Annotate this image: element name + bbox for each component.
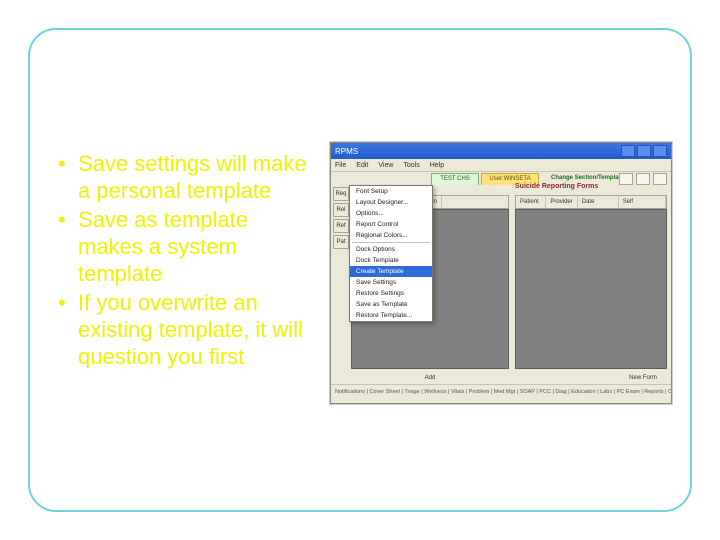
menu-option[interactable]: Font Setup	[350, 186, 432, 197]
app-body: Req Rel Ref Pat Provider Documented In S…	[331, 185, 671, 389]
maximize-icon[interactable]	[637, 145, 651, 157]
col-header: Date Entered	[578, 196, 619, 208]
slide: Save settings will make a personal templ…	[0, 0, 720, 540]
close-icon[interactable]	[653, 145, 667, 157]
col-header: Self Destruction	[619, 196, 666, 208]
side-button[interactable]: Pat	[333, 235, 349, 249]
bottom-tabs[interactable]: Notifications | Cover Sheet | Triage | W…	[331, 384, 671, 403]
menu-option[interactable]: Options...	[350, 208, 432, 219]
minimize-icon[interactable]	[621, 145, 635, 157]
dropdown-menu: Font Setup Layout Designer... Options...…	[349, 185, 433, 322]
right-pane-header: Patient # Provider Date Entered Self Des…	[515, 195, 667, 209]
menu-option-highlighted[interactable]: Create Template	[350, 266, 432, 277]
menu-option[interactable]: Restore Template...	[350, 310, 432, 321]
menu-option[interactable]: Save Settings	[350, 277, 432, 288]
bullet-item: Save as template makes a system template	[56, 206, 316, 287]
menu-option[interactable]: Report Control	[350, 219, 432, 230]
menu-item[interactable]: Edit	[356, 162, 368, 169]
col-header: Patient #	[516, 196, 546, 208]
menu-item[interactable]: Tools	[403, 162, 419, 169]
window-titlebar: RPMS	[331, 143, 671, 159]
bullet-item: Save settings will make a personal templ…	[56, 150, 316, 204]
bullet-content: Save settings will make a personal templ…	[56, 150, 316, 372]
menu-option[interactable]: Regional Colors...	[350, 230, 432, 241]
toolbar-button[interactable]	[653, 173, 667, 185]
side-button[interactable]: Req	[333, 187, 349, 201]
side-button[interactable]: Ref	[333, 219, 349, 233]
menu-item[interactable]: File	[335, 162, 346, 169]
menu-option[interactable]: Dock Options	[350, 244, 432, 255]
bullet-list: Save settings will make a personal templ…	[56, 150, 316, 370]
right-pane	[515, 209, 667, 369]
new-form-button[interactable]: New Form	[623, 373, 663, 383]
toolbar-button[interactable]	[619, 173, 633, 185]
window-title: RPMS	[335, 147, 358, 156]
side-button[interactable]: Rel	[333, 203, 349, 217]
col-header: Provider	[546, 196, 577, 208]
embedded-screenshot: RPMS File Edit View Tools Help TEST CHS …	[330, 142, 672, 404]
menu-option[interactable]: Save as Template	[350, 299, 432, 310]
menu-separator	[352, 242, 430, 243]
menu-option[interactable]: Layout Designer...	[350, 197, 432, 208]
menu-item[interactable]: Help	[430, 162, 444, 169]
menu-item[interactable]: View	[378, 162, 393, 169]
toolbar-right	[619, 173, 667, 185]
toolbar-button[interactable]	[636, 173, 650, 185]
add-button[interactable]: Add	[415, 373, 445, 383]
menu-option[interactable]: Dock Template	[350, 255, 432, 266]
menubar: File Edit View Tools Help	[331, 159, 671, 172]
bullet-item: If you overwrite an existing template, i…	[56, 289, 316, 370]
menu-option[interactable]: Restore Settings	[350, 288, 432, 299]
right-pane-title: Suicide Reporting Forms	[515, 183, 598, 190]
